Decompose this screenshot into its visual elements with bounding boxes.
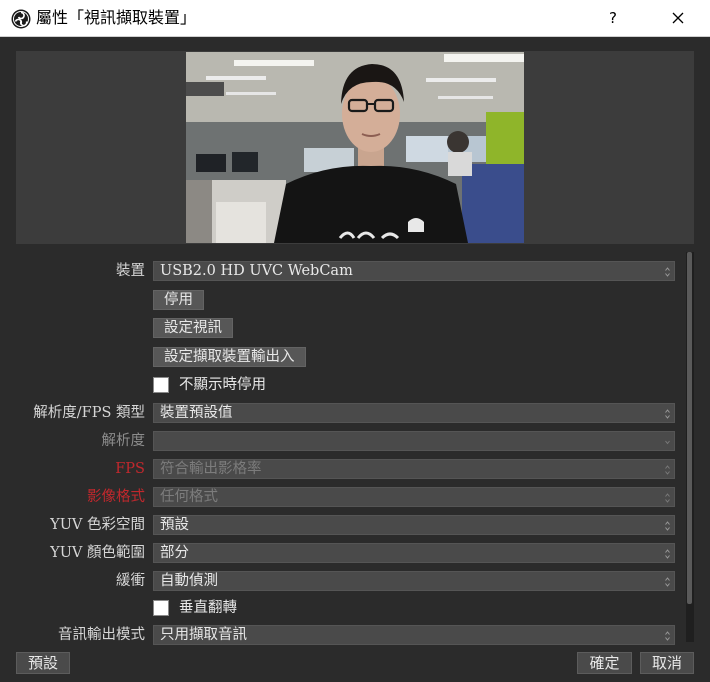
ok-button[interactable]: 確定 — [577, 652, 632, 674]
buffering-value: 自動偵測 — [160, 573, 218, 589]
close-icon[interactable] — [665, 6, 691, 30]
resolution-fps-type-select[interactable]: 裝置預設值 — [153, 403, 675, 423]
audio-output-mode-select[interactable]: 只用擷取音訊 — [153, 625, 675, 645]
video-format-label: 影像格式 — [87, 489, 145, 505]
resolution-label: 解析度 — [101, 433, 146, 449]
audio-output-mode-label: 音訊輸出模式 — [58, 627, 145, 643]
combo-arrows-icon — [665, 521, 670, 531]
configure-crossbar-button[interactable]: 設定擷取裝置輸出入 — [153, 347, 306, 367]
device-value: USB2.0 HD UVC WebCam — [160, 263, 353, 279]
properties-panel: 裝置 USB2.0 HD UVC WebCam 停用 設定視訊 設定擷取裝置輸出… — [16, 249, 694, 646]
yuv-color-range-label: YUV 顏色範圍 — [50, 545, 145, 561]
combo-arrows-icon — [665, 465, 670, 475]
deactivate-when-hidden-checkbox[interactable]: 不顯示時停用 — [153, 374, 353, 396]
device-label: 裝置 — [116, 263, 145, 279]
chevron-down-icon — [665, 440, 670, 445]
video-format-select: 任何格式 — [153, 487, 675, 507]
combo-arrows-icon — [665, 267, 670, 277]
cancel-button[interactable]: 取消 — [640, 652, 694, 674]
configure-video-button[interactable]: 設定視訊 — [153, 318, 233, 338]
defaults-button[interactable]: 預設 — [16, 652, 70, 674]
resolution-select — [153, 431, 675, 451]
yuv-color-range-value: 部分 — [160, 545, 189, 561]
preview-area — [16, 51, 694, 244]
checkbox-box — [153, 600, 169, 616]
flip-vertically-label: 垂直翻轉 — [179, 600, 237, 616]
flip-vertically-checkbox[interactable]: 垂直翻轉 — [153, 597, 313, 619]
yuv-color-space-select[interactable]: 預設 — [153, 515, 675, 535]
deactivate-when-hidden-label: 不顯示時停用 — [179, 377, 266, 393]
fps-label: FPS — [115, 461, 145, 477]
combo-arrows-icon — [665, 409, 670, 419]
checkbox-box — [153, 377, 169, 393]
fps-value: 符合輸出影格率 — [160, 461, 262, 477]
combo-arrows-icon — [665, 549, 670, 559]
title-bar: 屬性「視訊擷取裝置」 ? — [0, 0, 710, 37]
combo-arrows-icon — [665, 493, 670, 503]
video-format-value: 任何格式 — [160, 489, 218, 505]
deactivate-button[interactable]: 停用 — [153, 290, 204, 310]
yuv-color-space-label: YUV 色彩空間 — [50, 517, 145, 533]
help-button[interactable]: ? — [600, 6, 626, 30]
webcam-preview-image — [186, 52, 524, 243]
combo-arrows-icon — [665, 631, 670, 641]
buffering-select[interactable]: 自動偵測 — [153, 571, 675, 591]
obs-logo-icon — [11, 9, 31, 29]
buffering-label: 緩衝 — [116, 573, 145, 589]
resolution-fps-type-label: 解析度/FPS 類型 — [33, 405, 145, 421]
window-title: 屬性「視訊擷取裝置」 — [36, 8, 197, 27]
device-select[interactable]: USB2.0 HD UVC WebCam — [153, 261, 675, 281]
fps-select: 符合輸出影格率 — [153, 459, 675, 479]
properties-scrollbar[interactable] — [686, 252, 694, 642]
yuv-color-space-value: 預設 — [160, 517, 189, 533]
yuv-color-range-select[interactable]: 部分 — [153, 543, 675, 563]
resolution-fps-type-value: 裝置預設值 — [160, 405, 233, 421]
scrollbar-thumb[interactable] — [687, 252, 692, 604]
audio-output-mode-value: 只用擷取音訊 — [160, 627, 247, 643]
combo-arrows-icon — [665, 577, 670, 587]
